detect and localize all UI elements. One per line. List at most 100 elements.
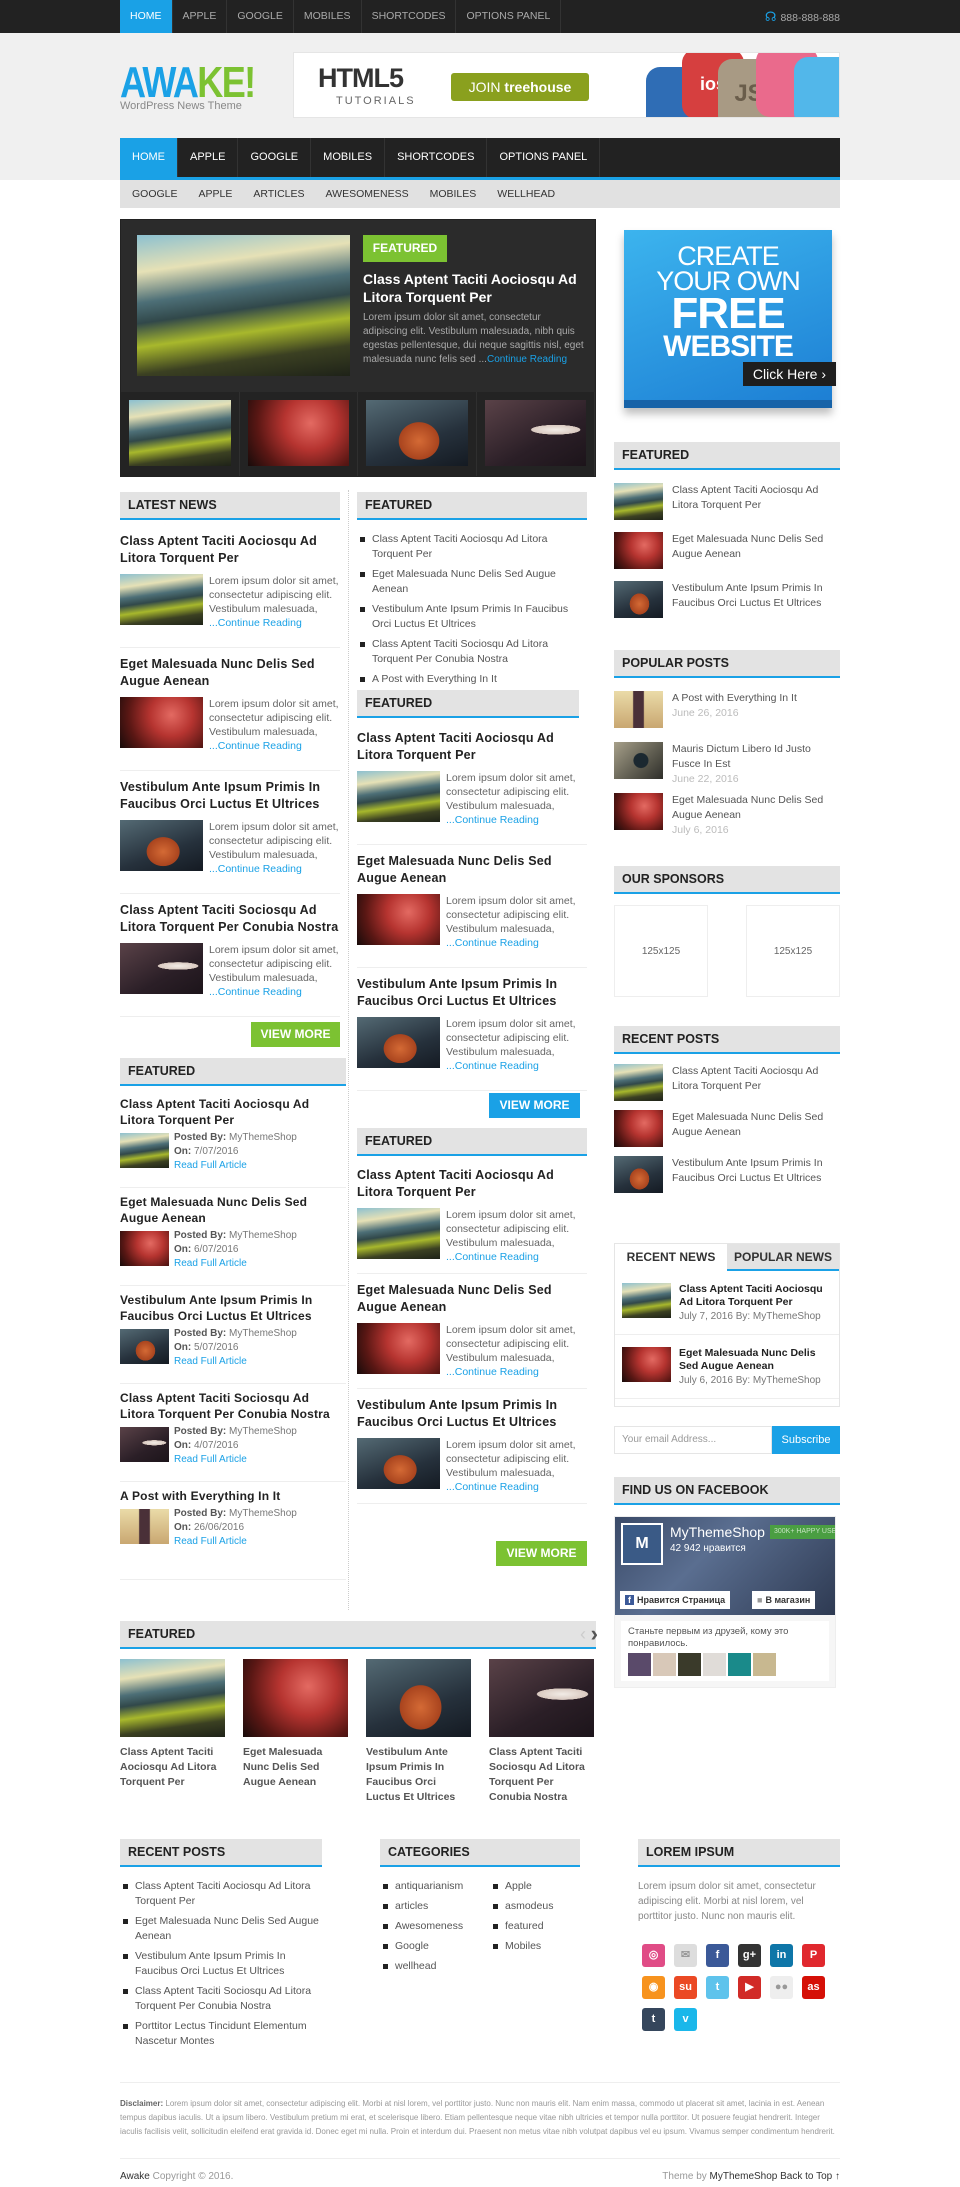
subscribe-button[interactable]: Subscribe <box>772 1426 840 1454</box>
slide-image[interactable] <box>137 235 350 376</box>
mythemeshop-logo[interactable]: M <box>621 1523 663 1565</box>
pinterest-icon[interactable]: P <box>802 1944 825 1967</box>
post-title[interactable]: Vestibulum Ante Ipsum Primis In Faucibus… <box>672 581 840 611</box>
sub-nav-item[interactable]: ARTICLES <box>253 180 304 208</box>
category-link[interactable]: Google <box>380 1939 490 1954</box>
post-thumbnail[interactable] <box>120 697 203 748</box>
post-thumbnail[interactable] <box>357 1323 440 1374</box>
slider-thumb[interactable] <box>240 392 358 476</box>
tab-popular-news[interactable]: POPULAR NEWS <box>727 1244 839 1271</box>
rss-icon[interactable]: ◉ <box>642 1976 665 1999</box>
post-title[interactable]: Class Aptent Taciti Aociosqu Ad Litora T… <box>672 483 840 513</box>
friend-avatar[interactable] <box>753 1653 776 1676</box>
sub-nav-item[interactable]: GOOGLE <box>132 180 178 208</box>
featured-list-item[interactable]: A Post with Everything In It <box>357 672 587 687</box>
category-link[interactable]: Mobiles <box>490 1939 553 1954</box>
friend-avatar[interactable] <box>703 1653 726 1676</box>
category-link[interactable]: asmodeus <box>490 1899 553 1914</box>
featured-list-item[interactable]: Class Aptent Taciti Sociosqu Ad Litora T… <box>357 637 587 667</box>
banner-ad[interactable]: HTML5 TUTORIALS JOIN treehouse ios JS <box>293 52 840 118</box>
featured-list-item[interactable]: Eget Malesuada Nunc Delis Sed Augue Aene… <box>357 567 587 597</box>
carousel-title[interactable]: Vestibulum Ante Ipsum Primis In Faucibus… <box>366 1745 471 1805</box>
linkedin-icon[interactable]: in <box>770 1944 793 1967</box>
post-thumbnail[interactable] <box>120 943 203 994</box>
carousel-image[interactable] <box>120 1659 225 1737</box>
continue-reading-link[interactable]: Continue Reading <box>487 354 567 365</box>
post-thumbnail[interactable] <box>614 742 663 779</box>
post-thumbnail[interactable] <box>614 483 663 520</box>
read-full-article-link[interactable]: Read Full Article <box>174 1454 247 1465</box>
post-thumbnail[interactable] <box>357 1208 440 1259</box>
email-input[interactable] <box>615 1427 771 1453</box>
vimeo-icon[interactable]: v <box>674 2008 697 2031</box>
footer-recent-post[interactable]: Class Aptent Taciti Aociosqu Ad Litora T… <box>120 1879 322 1909</box>
post-thumbnail[interactable] <box>614 1156 663 1193</box>
post-title[interactable]: A Post with Everything In It <box>672 691 797 706</box>
post-thumbnail[interactable] <box>120 1427 169 1462</box>
read-full-article-link[interactable]: Read Full Article <box>174 1536 247 1547</box>
post-title[interactable]: Class Aptent Taciti Aociosqu Ad Litora T… <box>679 1283 832 1309</box>
footer-recent-post[interactable]: Porttitor Lectus Tincidunt Elementum Nas… <box>120 2019 322 2049</box>
sponsor-slot[interactable]: 125x125 <box>614 905 708 997</box>
view-more-button[interactable]: VIEW MORE <box>496 1541 587 1566</box>
friend-avatar[interactable] <box>653 1653 676 1676</box>
top-nav-item[interactable]: APPLE <box>173 0 228 33</box>
post-thumbnail[interactable] <box>622 1283 671 1318</box>
click-here-button[interactable]: Click Here › <box>742 362 836 386</box>
join-button[interactable]: JOIN treehouse <box>451 73 589 101</box>
carousel-title[interactable]: Class Aptent Taciti Aociosqu Ad Litora T… <box>120 1745 225 1790</box>
carousel-next-icon[interactable]: › <box>591 1621 598 1647</box>
post-thumbnail[interactable] <box>120 574 203 625</box>
continue-reading-link[interactable]: ...Continue Reading <box>446 1251 539 1263</box>
slider-thumb[interactable] <box>121 392 240 476</box>
carousel-prev-icon[interactable]: ‹ <box>580 1624 586 1645</box>
post-title[interactable]: Vestibulum Ante Ipsum Primis In Faucibus… <box>120 779 340 813</box>
post-thumbnail[interactable] <box>120 1329 169 1364</box>
post-title[interactable]: Eget Malesuada Nunc Delis Sed Augue Aene… <box>357 853 587 887</box>
post-title[interactable]: Mauris Dictum Libero Id Justo Fusce In E… <box>672 742 840 772</box>
top-nav-item[interactable]: OPTIONS PANEL <box>456 0 562 33</box>
continue-reading-link[interactable]: ...Continue Reading <box>446 1366 539 1378</box>
google-plus-icon[interactable]: g+ <box>738 1944 761 1967</box>
sponsor-slot[interactable]: 125x125 <box>746 905 840 997</box>
post-title[interactable]: Eget Malesuada Nunc Delis Sed Augue Aene… <box>120 656 340 690</box>
post-title[interactable]: Class Aptent Taciti Sociosqu Ad Litora T… <box>120 902 340 936</box>
post-thumbnail[interactable] <box>614 691 663 728</box>
main-nav-item[interactable]: APPLE <box>178 138 239 177</box>
post-title[interactable]: Vestibulum Ante Ipsum Primis In Faucibus… <box>357 976 587 1010</box>
post-title[interactable]: Eget Malesuada Nunc Delis Sed Augue Aene… <box>679 1347 832 1373</box>
post-thumbnail[interactable] <box>120 1509 169 1544</box>
post-title[interactable]: Class Aptent Taciti Aociosqu Ad Litora T… <box>357 1167 587 1201</box>
read-full-article-link[interactable]: Read Full Article <box>174 1356 247 1367</box>
post-thumbnail[interactable] <box>357 894 440 945</box>
continue-reading-link[interactable]: ...Continue Reading <box>446 814 539 826</box>
post-title[interactable]: Vestibulum Ante Ipsum Primis In Faucibus… <box>672 1156 840 1186</box>
post-thumbnail[interactable] <box>614 581 663 618</box>
continue-reading-link[interactable]: ...Continue Reading <box>209 863 302 875</box>
twitter-icon[interactable]: t <box>706 1976 729 1999</box>
tab-recent-news[interactable]: RECENT NEWS <box>615 1244 727 1271</box>
theme-link[interactable]: MyThemeShop <box>710 2171 778 2182</box>
post-title[interactable]: Vestibulum Ante Ipsum Primis In Faucibus… <box>120 1292 346 1324</box>
stumbleupon-icon[interactable]: su <box>674 1976 697 1999</box>
main-nav-item[interactable]: GOOGLE <box>238 138 312 177</box>
post-title[interactable]: A Post with Everything In It <box>120 1488 346 1504</box>
featured-list-item[interactable]: Class Aptent Taciti Aociosqu Ad Litora T… <box>357 532 587 562</box>
post-title[interactable]: Eget Malesuada Nunc Delis Sed Augue Aene… <box>672 532 840 562</box>
post-title[interactable]: Eget Malesuada Nunc Delis Sed Augue Aene… <box>357 1282 587 1316</box>
post-thumbnail[interactable] <box>614 1110 663 1147</box>
post-title[interactable]: Class Aptent Taciti Aociosqu Ad Litora T… <box>120 1096 346 1128</box>
create-website-ad[interactable]: CREATE YOUR OWN FREE WEBSITE Click Here … <box>624 230 836 408</box>
tumblr-icon[interactable]: t <box>642 2008 665 2031</box>
top-nav-item[interactable]: GOOGLE <box>227 0 294 33</box>
post-title[interactable]: Eget Malesuada Nunc Delis Sed Augue Aene… <box>120 1194 346 1226</box>
main-nav-item[interactable]: OPTIONS PANEL <box>487 138 601 177</box>
post-thumbnail[interactable] <box>120 820 203 871</box>
friend-avatar[interactable] <box>678 1653 701 1676</box>
footer-recent-post[interactable]: Eget Malesuada Nunc Delis Sed Augue Aene… <box>120 1914 322 1944</box>
main-nav-item[interactable]: MOBILES <box>311 138 386 177</box>
footer-recent-post[interactable]: Vestibulum Ante Ipsum Primis In Faucibus… <box>120 1949 322 1979</box>
carousel-image[interactable] <box>366 1659 471 1737</box>
sub-nav-item[interactable]: MOBILES <box>430 180 477 208</box>
slider-thumb[interactable] <box>477 392 595 476</box>
